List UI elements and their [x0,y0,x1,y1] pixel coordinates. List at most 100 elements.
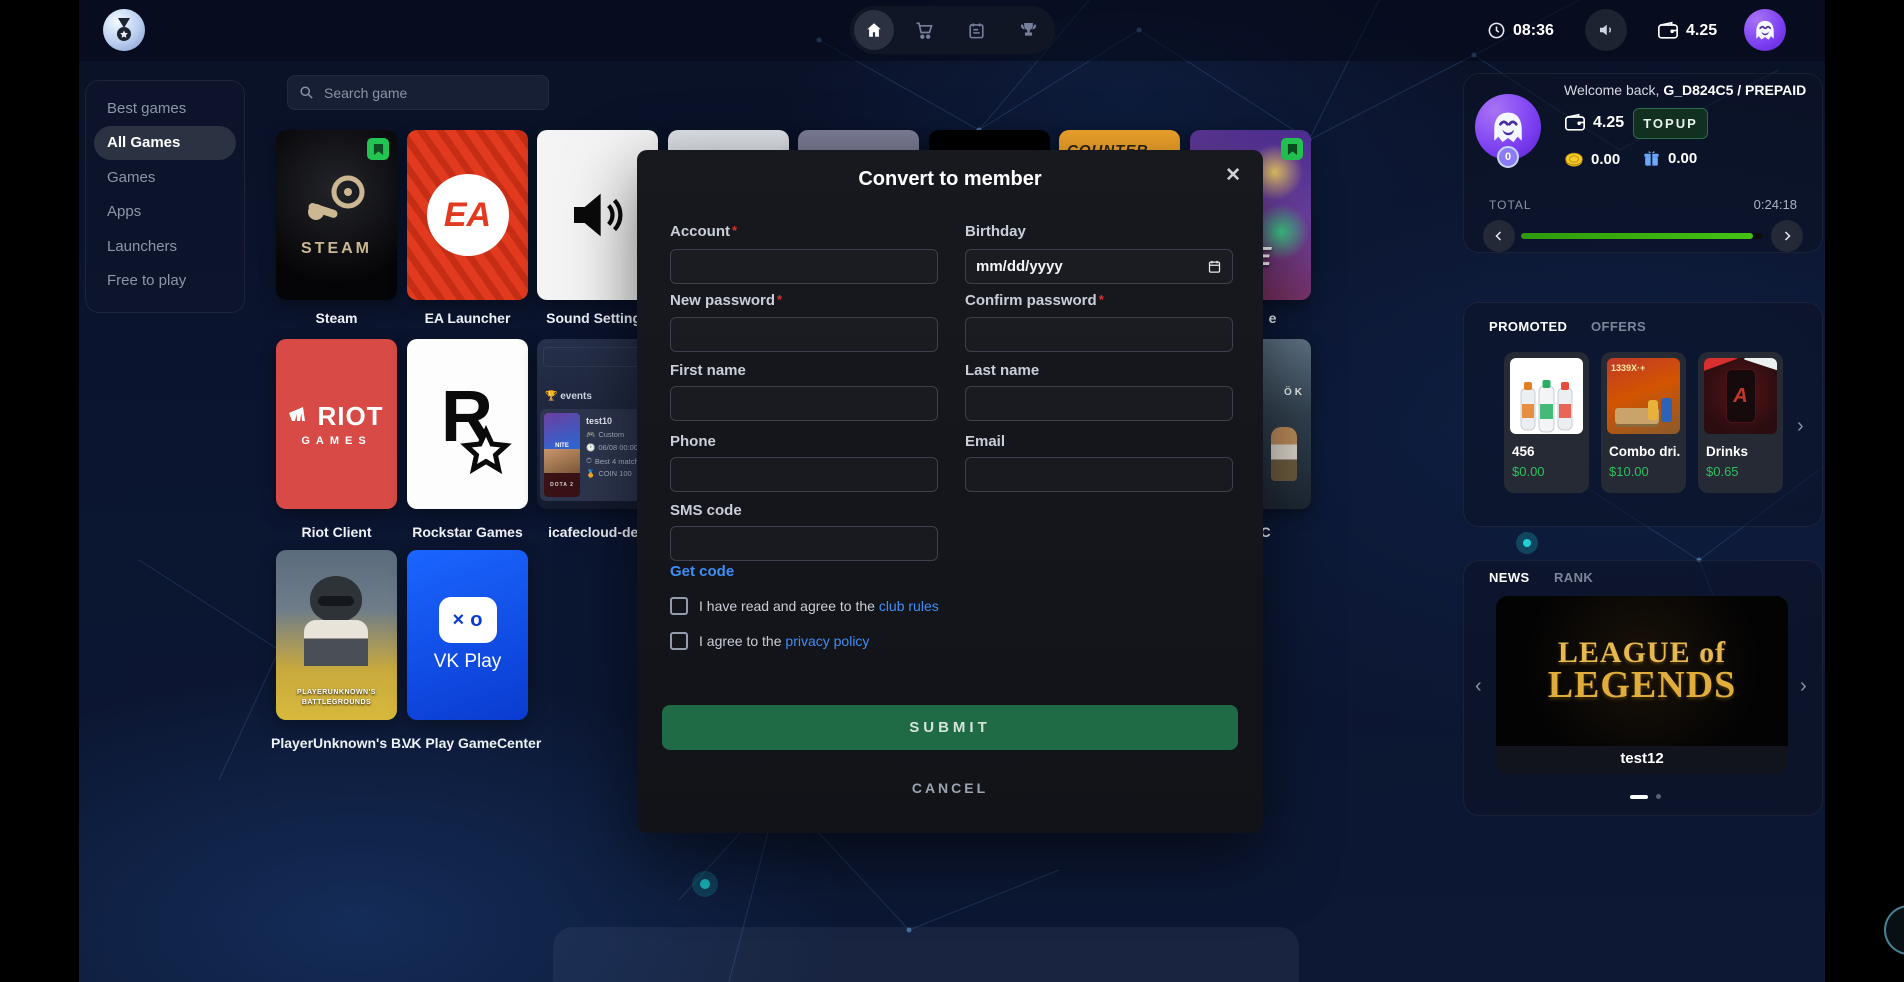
privacy-policy-link[interactable]: privacy policy [785,633,869,649]
get-code-link[interactable]: Get code [670,563,734,580]
tab-promoted[interactable]: PROMOTED [1489,319,1567,334]
tab-rank[interactable]: RANK [1554,570,1593,585]
privacy-policy-checkbox[interactable] [670,632,688,650]
news-next-button[interactable]: › [1800,676,1807,696]
news-item[interactable]: LEAGUE of LEGENDS test12 [1496,596,1788,774]
new-password-input[interactable] [670,317,938,352]
account-label-text: Account [670,223,730,240]
vk-o: o [470,609,482,632]
product-card-drinks[interactable]: A Drinks $0.65 [1698,352,1783,493]
floating-edge-button[interactable] [1884,905,1904,955]
pubg-body [304,620,368,666]
gift-icon [1642,149,1661,168]
game-tile-steam[interactable]: STEAM [276,130,397,300]
news-prev-button[interactable]: ‹ [1475,676,1482,696]
main-nav [850,6,1055,54]
product-card-456[interactable]: 456 $0.00 [1504,352,1589,493]
news-pagination [1630,794,1661,799]
search-input[interactable] [322,84,548,102]
time-prev-button[interactable] [1483,220,1515,252]
product-image-can: A [1704,358,1777,434]
pubg-art-line1: PLAYERUNKNOWN'S [297,689,376,696]
sidebar-item-best-games[interactable]: Best games [94,91,236,126]
wallet-icon [1657,21,1679,40]
last-name-input[interactable] [965,386,1233,421]
game-label-ea-launcher: EA Launcher [402,310,533,326]
phone-input[interactable] [670,457,938,492]
topup-button[interactable]: TOPUP [1633,108,1708,139]
bookmark-icon [373,143,384,156]
chevron-left-icon [1493,230,1505,242]
confirm-password-input[interactable] [965,317,1233,352]
pagination-dot[interactable] [1656,794,1661,799]
game-tile-riot-client[interactable]: RIOT GAMES [276,339,397,509]
pagination-dot-active[interactable] [1630,795,1648,799]
user-avatar[interactable] [1744,9,1786,51]
game-tile-vk-play[interactable]: ×o VK Play [407,550,528,720]
required-mark: * [732,223,737,238]
vk-art-text: VK Play [434,651,502,673]
club-rules-agreement-row: I have read and agree to the club rules [670,597,939,615]
privacy-policy-text-prefix: I agree to the [699,633,785,649]
character-thumb [544,449,580,473]
new-password-label: New password* [670,292,782,309]
product-name: Combo dri... [1609,444,1681,459]
last-name-label: Last name [965,362,1039,379]
event-mode-text: Custom [598,430,624,439]
favorite-badge[interactable] [1281,138,1303,160]
volume-button[interactable] [1585,9,1627,51]
icafe-event-thumbs: NITE DOTA 2 [544,413,580,497]
rockstar-logo-icon: R [423,369,513,479]
tab-news[interactable]: NEWS [1489,570,1530,585]
sidebar-item-all-games[interactable]: All Games [94,126,236,161]
confirm-password-label: Confirm password* [965,292,1104,309]
account-input[interactable] [670,249,938,284]
favorite-badge[interactable] [367,138,389,160]
riot-fist-icon [289,407,311,427]
birthday-input[interactable]: mm/dd/yyyy [965,249,1233,284]
clock-icon [1487,21,1506,40]
vk-x: × [453,609,465,632]
sidebar-item-games[interactable]: Games [94,160,236,195]
club-rules-checkbox[interactable] [670,597,688,615]
email-input[interactable] [965,457,1233,492]
wallet-balance-chip: 4.25 [1657,0,1717,61]
tab-offers[interactable]: OFFERS [1591,319,1646,334]
game-tile-rockstar[interactable]: R [407,339,528,509]
pubg-art-line2: BATTLEGROUNDS [302,699,371,706]
cancel-button[interactable]: CANCEL [637,780,1263,796]
game-tile-pubg[interactable]: PLAYERUNKNOWN'S BATTLEGROUNDS [276,550,397,720]
product-name: Drinks [1706,444,1778,459]
game-tile-ea-launcher[interactable]: EA [407,130,528,300]
sidebar-item-free-to-play[interactable]: Free to play [94,264,236,299]
nav-events-button[interactable] [955,8,999,52]
level-badge: 0 [1497,146,1519,168]
time-progress-fill [1521,233,1753,239]
first-name-input[interactable] [670,386,938,421]
search-icon [299,85,314,100]
sidebar-item-apps[interactable]: Apps [94,195,236,230]
bottom-panel-edge [553,927,1299,982]
session-time: 08:36 [1513,22,1554,40]
club-logo[interactable] [103,9,145,51]
nav-tournaments-button[interactable] [1007,8,1051,52]
products-next-button[interactable]: › [1797,416,1804,436]
nav-shop-button[interactable] [902,8,946,52]
time-next-button[interactable] [1771,220,1803,252]
event-rule-text: Best 4 matche [595,457,643,466]
screen: 08:36 4.25 [0,0,1904,982]
club-rules-link[interactable]: club rules [879,598,939,614]
riot-art-text-1: RIOT [317,401,383,432]
sidebar-item-launchers[interactable]: Launchers [94,229,236,264]
submit-button[interactable]: SUBMIT [662,705,1238,750]
vk-play-logo: ×o [439,597,497,643]
wallet-balance: 4.25 [1686,22,1717,40]
nav-home-button[interactable] [854,10,894,50]
close-icon[interactable]: ✕ [1225,164,1241,187]
birthday-placeholder: mm/dd/yyyy [976,258,1063,275]
sms-code-input[interactable] [670,526,938,561]
username: G_D824C5 / PREPAID [1663,82,1806,98]
product-card-combo[interactable]: 1339X·+ Combo dri... $10.00 [1601,352,1686,493]
cart-icon [914,20,934,40]
product-price: $0.65 [1706,464,1739,479]
